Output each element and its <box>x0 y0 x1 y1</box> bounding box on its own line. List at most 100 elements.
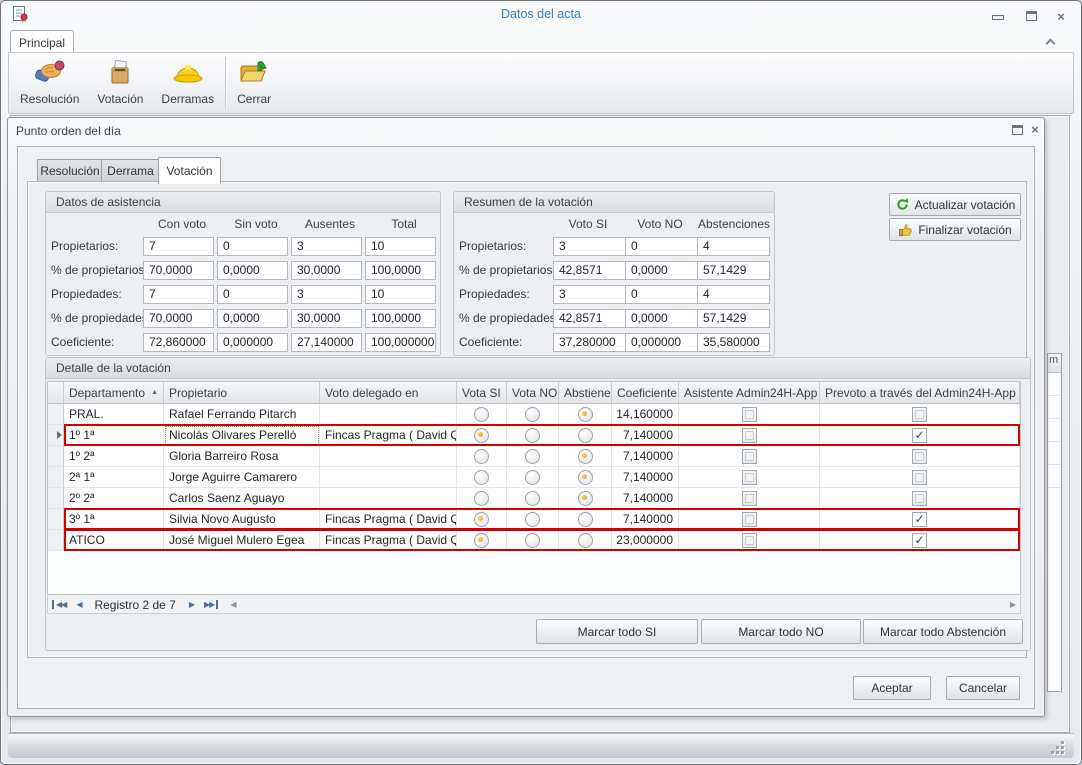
stat-field[interactable]: 0 <box>625 285 698 304</box>
asistente-checkbox[interactable] <box>742 512 757 527</box>
cell-departamento[interactable]: 2º 2ª <box>64 488 164 509</box>
cell-asistente[interactable] <box>679 425 820 446</box>
abstiene-radio[interactable] <box>578 491 593 506</box>
asistente-checkbox[interactable] <box>742 407 757 422</box>
cell-prevoto[interactable] <box>820 530 1020 551</box>
ribbon-tab-principal[interactable]: Principal <box>10 30 74 54</box>
cell-prevoto[interactable] <box>820 488 1020 509</box>
cell-delegado[interactable]: Fincas Pragma ( David Q... <box>320 509 457 530</box>
vota-no-radio[interactable] <box>525 470 540 485</box>
cell-asistente[interactable] <box>679 467 820 488</box>
vota-no-radio[interactable] <box>525 449 540 464</box>
vota-si-radio[interactable] <box>474 533 489 548</box>
nav-prev-button[interactable]: ◀ <box>71 600 86 609</box>
column-header-departamento[interactable]: Departamento▲ <box>64 382 164 404</box>
cell-vota-si[interactable] <box>457 425 507 446</box>
cell-abstiene[interactable] <box>559 446 612 467</box>
cancelar-button[interactable]: Cancelar <box>946 676 1020 700</box>
prevoto-checkbox[interactable] <box>912 428 927 443</box>
vota-no-radio[interactable] <box>525 512 540 527</box>
cell-delegado[interactable]: Fincas Pragma ( David Q... <box>320 425 457 446</box>
cell-vota-no[interactable] <box>507 425 559 446</box>
cell-abstiene[interactable] <box>559 404 612 425</box>
cell-vota-no[interactable] <box>507 446 559 467</box>
prevoto-checkbox[interactable] <box>912 470 927 485</box>
ribbon-button-votacion[interactable]: Votación <box>88 54 152 110</box>
cell-departamento[interactable]: ATICO <box>64 530 164 551</box>
cell-coeficiente[interactable]: 23,000000 <box>612 530 679 551</box>
nav-next-button[interactable]: ▶ <box>184 600 199 609</box>
vota-si-radio[interactable] <box>474 491 489 506</box>
abstiene-radio[interactable] <box>578 512 593 527</box>
stat-field[interactable]: 70,0000 <box>143 309 214 328</box>
stat-field[interactable]: 72,860000 <box>143 333 214 352</box>
prevoto-checkbox[interactable] <box>912 407 927 422</box>
stat-field[interactable]: 0,0000 <box>625 261 698 280</box>
cell-vota-si[interactable] <box>457 488 507 509</box>
cell-coeficiente[interactable]: 7,140000 <box>612 509 679 530</box>
vota-no-radio[interactable] <box>525 533 540 548</box>
cell-prevoto[interactable] <box>820 509 1020 530</box>
table-row[interactable]: ATICO José Miguel Mulero Egea Fincas Pra… <box>48 530 1020 551</box>
cell-coeficiente[interactable]: 7,140000 <box>612 446 679 467</box>
cell-vota-si[interactable] <box>457 509 507 530</box>
stat-field[interactable]: 4 <box>697 285 770 304</box>
asistente-checkbox[interactable] <box>742 428 757 443</box>
abstiene-radio[interactable] <box>578 407 593 422</box>
cell-abstiene[interactable] <box>559 425 612 446</box>
ribbon-button-cerrar[interactable]: Cerrar <box>228 54 280 110</box>
nav-first-button[interactable]: ◀◀ <box>52 600 71 609</box>
stat-field[interactable]: 0 <box>625 237 698 256</box>
cell-departamento[interactable]: 2ª 1ª <box>64 467 164 488</box>
cell-abstiene[interactable] <box>559 509 612 530</box>
tab-votacion[interactable]: Votación <box>158 157 221 184</box>
stat-field[interactable]: 0,0000 <box>217 261 288 280</box>
cell-vota-si[interactable] <box>457 467 507 488</box>
cell-vota-no[interactable] <box>507 404 559 425</box>
vota-si-radio[interactable] <box>474 470 489 485</box>
cell-prevoto[interactable] <box>820 446 1020 467</box>
column-header-vota-no[interactable]: Vota NO <box>507 382 559 404</box>
vota-no-radio[interactable] <box>525 491 540 506</box>
table-row[interactable]: 2ª 1ª Jorge Aguirre Camarero 7,140000 <box>48 467 1020 488</box>
close-button[interactable]: × <box>1048 8 1074 24</box>
table-row[interactable]: 1º 2ª Gloria Barreiro Rosa 7,140000 <box>48 446 1020 467</box>
vota-si-radio[interactable] <box>474 428 489 443</box>
asistente-checkbox[interactable] <box>742 449 757 464</box>
cell-departamento[interactable]: 3º 1ª <box>64 509 164 530</box>
child-close-button[interactable]: × <box>1026 122 1044 136</box>
cell-propietario[interactable]: Jorge Aguirre Camarero <box>164 467 320 488</box>
vota-no-radio[interactable] <box>525 428 540 443</box>
prevoto-checkbox[interactable] <box>912 512 927 527</box>
cell-coeficiente[interactable]: 7,140000 <box>612 425 679 446</box>
minimize-button[interactable] <box>985 9 1011 25</box>
abstiene-radio[interactable] <box>578 470 593 485</box>
cell-abstiene[interactable] <box>559 488 612 509</box>
cell-vota-si[interactable] <box>457 530 507 551</box>
cell-asistente[interactable] <box>679 509 820 530</box>
cell-abstiene[interactable] <box>559 467 612 488</box>
stat-field[interactable]: 0,000000 <box>625 333 698 352</box>
actualizar-votacion-button[interactable]: Actualizar votación <box>889 193 1021 216</box>
stat-field[interactable]: 70,0000 <box>143 261 214 280</box>
cell-vota-no[interactable] <box>507 488 559 509</box>
vota-no-radio[interactable] <box>525 407 540 422</box>
stat-field[interactable]: 0 <box>217 285 288 304</box>
stat-field[interactable]: 7 <box>143 285 214 304</box>
cell-prevoto[interactable] <box>820 404 1020 425</box>
tab-resolucion[interactable]: Resolución <box>37 159 103 183</box>
stat-field[interactable]: 3 <box>553 237 626 256</box>
column-header-asistente[interactable]: Asistente Admin24H-App <box>679 382 820 404</box>
stat-field[interactable]: 57,1429 <box>697 261 770 280</box>
ribbon-collapse-chevron-icon[interactable] <box>1046 37 1055 46</box>
stat-field[interactable]: 100,0000 <box>365 309 436 328</box>
ribbon-button-resolucion[interactable]: Resolución <box>11 54 88 110</box>
ribbon-button-derramas[interactable]: Derramas <box>152 54 223 110</box>
cell-coeficiente[interactable]: 7,140000 <box>612 467 679 488</box>
stat-field[interactable]: 10 <box>365 285 436 304</box>
stat-field[interactable]: 3 <box>291 237 362 256</box>
cell-vota-no[interactable] <box>507 530 559 551</box>
stat-field[interactable]: 7 <box>143 237 214 256</box>
stat-field[interactable]: 30,0000 <box>291 309 362 328</box>
abstiene-radio[interactable] <box>578 428 593 443</box>
